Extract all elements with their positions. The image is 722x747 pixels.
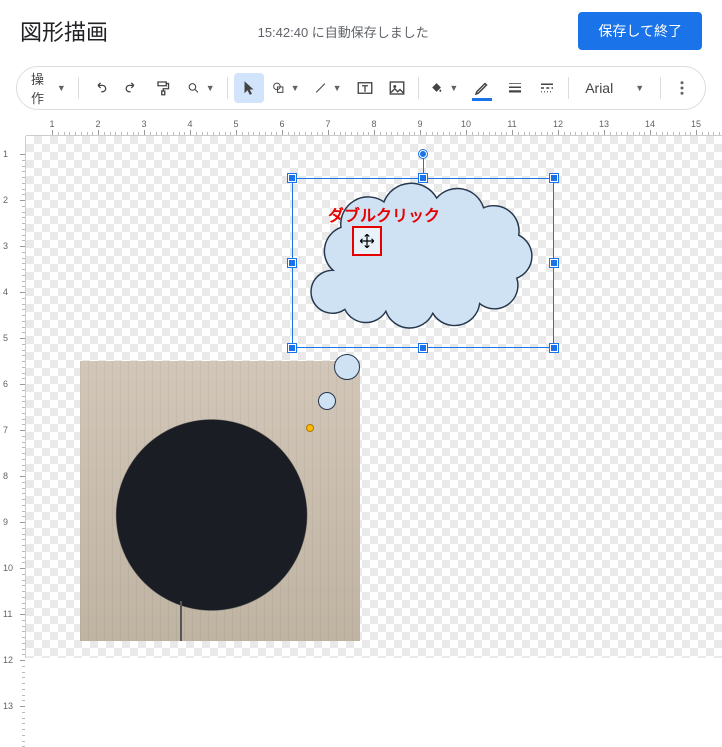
canvas-area: 123456789101112131415 12345678910111213	[0, 118, 722, 658]
line-dash-icon	[538, 79, 556, 97]
save-and-close-button[interactable]: 保存して終了	[578, 12, 702, 50]
selected-shape[interactable]: ダブルクリック	[292, 178, 554, 348]
more-menu[interactable]	[667, 73, 697, 103]
line-color-button[interactable]	[466, 73, 498, 103]
rotation-handle[interactable]	[419, 150, 427, 158]
zoom-icon	[187, 79, 200, 97]
pencil-icon	[473, 79, 491, 97]
redo-icon	[123, 79, 141, 97]
autosave-status: 15:42:40 に自動保存しました	[124, 22, 562, 41]
fill-color-button[interactable]: ▼	[424, 73, 464, 103]
line-weight-button[interactable]	[500, 73, 530, 103]
resize-handle-se[interactable]	[550, 344, 558, 352]
line-icon	[314, 79, 327, 97]
resize-handle-w[interactable]	[288, 259, 296, 267]
paint-roller-icon	[155, 79, 173, 97]
undo-button[interactable]	[85, 73, 115, 103]
annotation-cursor-box	[352, 226, 382, 256]
bubble-dot-large[interactable]	[334, 354, 360, 380]
move-cursor-icon	[358, 232, 376, 250]
resize-handle-s[interactable]	[419, 344, 427, 352]
toolbar: 操作▼ ▼ ▼ ▼ ▼ Arial▼	[16, 66, 706, 110]
bubble-dot-small[interactable]	[318, 392, 336, 410]
undo-icon	[91, 79, 109, 97]
line-dash-button[interactable]	[532, 73, 562, 103]
image-icon	[388, 79, 406, 97]
dialog-title: 図形描画	[20, 15, 108, 47]
canvas[interactable]: ダブルクリック	[26, 136, 722, 658]
resize-handle-e[interactable]	[550, 259, 558, 267]
resize-handle-nw[interactable]	[288, 174, 296, 182]
shape-icon	[272, 79, 285, 97]
textbox-icon	[356, 79, 374, 97]
resize-handle-ne[interactable]	[550, 174, 558, 182]
cursor-icon	[240, 79, 258, 97]
resize-handle-n[interactable]	[419, 174, 427, 182]
paint-bucket-icon	[430, 79, 443, 97]
zoom-menu[interactable]: ▼	[181, 73, 221, 103]
paint-format-button[interactable]	[149, 73, 179, 103]
select-tool[interactable]	[234, 73, 264, 103]
textbox-button[interactable]	[350, 73, 380, 103]
more-vert-icon	[673, 79, 691, 97]
ruler-vertical: 12345678910111213	[0, 136, 26, 658]
shape-adjust-handle[interactable]	[306, 424, 314, 432]
header: 図形描画 15:42:40 に自動保存しました 保存して終了	[0, 0, 722, 62]
image-button[interactable]	[382, 73, 412, 103]
font-name: Arial	[585, 80, 613, 96]
line-menu[interactable]: ▼	[308, 73, 348, 103]
font-selector[interactable]: Arial▼	[575, 80, 654, 96]
line-weight-icon	[506, 79, 524, 97]
resize-handle-sw[interactable]	[288, 344, 296, 352]
redo-button[interactable]	[117, 73, 147, 103]
shape-menu[interactable]: ▼	[266, 73, 306, 103]
ruler-horizontal: 123456789101112131415	[26, 118, 722, 136]
actions-menu[interactable]: 操作▼	[25, 73, 72, 103]
annotation-label: ダブルクリック	[328, 202, 440, 226]
actions-label: 操作	[31, 69, 51, 107]
